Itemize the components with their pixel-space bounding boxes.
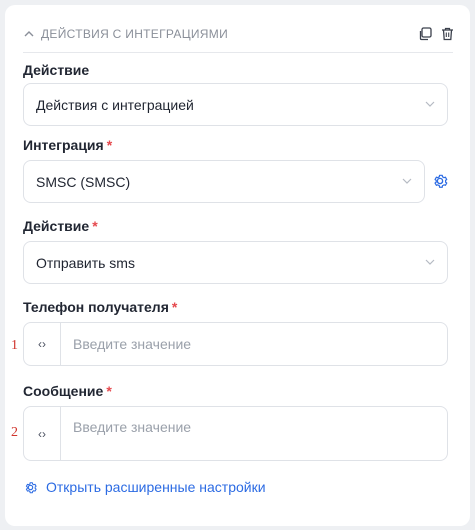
required-mark: * <box>106 383 112 399</box>
chevron-up-icon[interactable] <box>23 28 35 40</box>
chevron-down-icon <box>402 178 412 184</box>
integration-settings-gear-icon[interactable] <box>431 172 449 190</box>
message-textarea[interactable] <box>61 407 447 460</box>
header-actions <box>417 26 455 42</box>
required-mark: * <box>92 218 98 234</box>
required-mark: * <box>171 299 178 315</box>
open-advanced-settings-link[interactable]: Открыть расширенные настройки <box>23 479 266 495</box>
integration-select[interactable]: SMSC (SMSC) <box>23 160 425 203</box>
card-title: ДЕЙСТВИЯ С ИНТЕГРАЦИЯМИ <box>41 27 228 41</box>
header-divider <box>23 52 453 53</box>
gear-icon <box>25 481 37 493</box>
phone-field: ‹› <box>23 322 448 366</box>
message-field: ‹› <box>23 406 448 461</box>
card-header[interactable]: ДЕЙСТВИЯ С ИНТЕГРАЦИЯМИ <box>23 22 455 46</box>
advanced-link-label: Открыть расширенные настройки <box>46 479 266 495</box>
integration-label: Интеграция * <box>23 137 113 153</box>
code-brackets-icon: ‹› <box>38 426 46 441</box>
chevron-down-icon <box>425 101 435 107</box>
action-type-value: Действия с интеграцией <box>36 96 194 113</box>
chevron-down-icon <box>425 259 435 265</box>
phone-label: Телефон получателя * <box>23 299 178 315</box>
action-select[interactable]: Отправить sms <box>23 241 448 284</box>
copy-icon[interactable] <box>417 26 433 42</box>
action-type-select[interactable]: Действия с интеграцией <box>23 83 448 126</box>
integration-value: SMSC (SMSC) <box>36 173 131 190</box>
message-label: Сообщение * <box>23 383 112 399</box>
phone-input[interactable] <box>61 323 447 365</box>
action-type-label: Действие <box>23 62 90 78</box>
code-toggle-button[interactable]: ‹› <box>24 407 61 460</box>
action-label: Действие * <box>23 218 98 234</box>
field-marker-2: 2 <box>11 425 18 440</box>
integration-action-card: ДЕЙСТВИЯ С ИНТЕГРАЦИЯМИ Действие Действи… <box>5 5 470 526</box>
required-mark: * <box>106 137 113 153</box>
code-brackets-icon: ‹› <box>38 337 46 351</box>
code-toggle-button[interactable]: ‹› <box>24 323 61 365</box>
trash-icon[interactable] <box>439 26 455 42</box>
field-marker-1: 1 <box>11 338 18 353</box>
action-value: Отправить sms <box>36 254 135 271</box>
